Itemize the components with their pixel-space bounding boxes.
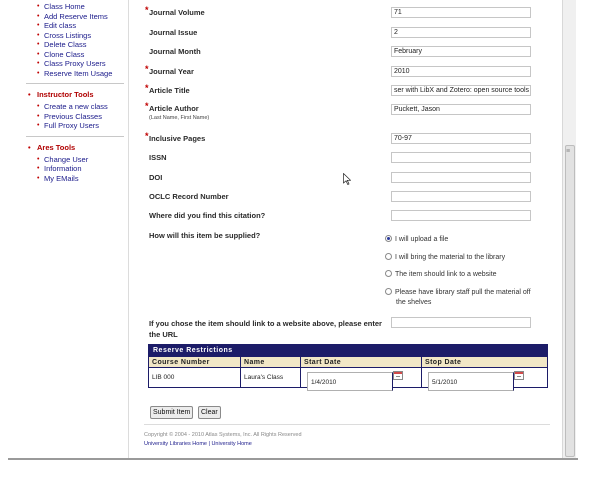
header-start-date: Start Date [301,357,422,368]
article-author-field[interactable]: Puckett, Jason [391,104,531,115]
journal-month-field[interactable]: February [391,46,531,57]
article-title-field[interactable]: ser with LibX and Zotero: open source to… [391,85,531,96]
radio-link-website[interactable]: The item should link to a website [385,270,497,278]
ares-tools-list: Change User Information My EMails [8,155,128,184]
calendar-icon[interactable] [514,371,524,380]
sidebar-item-full-proxy-users[interactable]: Full Proxy Users [8,121,128,131]
calendar-icon[interactable] [393,371,403,380]
reserve-restrictions-title: Reserve Restrictions [149,345,547,357]
vertical-scrollbar[interactable]: ≡ [562,0,576,460]
url-field[interactable] [391,317,531,328]
sidebar-item-clone-class[interactable]: Clone Class [8,50,128,60]
url-label: If you chose the item should link to a w… [149,319,382,328]
where-found-label: Where did you find this citation? [149,211,266,220]
inclusive-pages-field[interactable]: 70-97 [391,133,531,144]
required-marker: * [145,101,149,111]
article-author-label: Article Author [149,104,199,113]
radio-bring-material-label: I will bring the material to the library [395,254,506,261]
sidebar-item-reserve-item-usage[interactable]: Reserve Item Usage [8,69,128,79]
sidebar-item-change-user[interactable]: Change User [8,155,128,165]
sidebar-divider [26,135,124,137]
journal-issue-field[interactable]: 2 [391,27,531,38]
window-bottom-edge [8,458,578,460]
article-title-label: Article Title [149,86,190,95]
radio-staff-pull[interactable]: Please have library staff pull the mater… [385,288,531,296]
radio-link-website-label: The item should link to a website [395,271,497,278]
sidebar-divider [26,83,124,84]
radio-button[interactable] [385,253,392,260]
sidebar-item-edit-class[interactable]: Edit class [8,21,128,31]
header-course-number: Course Number [149,357,241,368]
journal-issue-label: Journal Issue [149,28,198,37]
table-header-row: Course Number Name Start Date Stop Date [149,357,547,368]
radio-button-checked[interactable] [385,235,392,242]
header-name: Name [241,357,301,368]
header-stop-date: Stop Date [422,357,547,368]
required-marker: * [145,131,149,141]
submit-item-button[interactable]: Submit Item [150,406,194,419]
required-marker: * [145,83,149,93]
class-name-cell: Laura's Class [241,368,301,387]
clear-button[interactable]: Clear [198,406,221,419]
journal-volume-field[interactable]: 71 [391,7,531,18]
sidebar-item-cross-listings[interactable]: Cross Listings [8,31,128,41]
radio-button[interactable] [385,288,392,295]
journal-volume-label: Journal Volume [149,8,205,17]
required-marker: * [145,5,149,15]
sidebar-item-my-emails[interactable]: My EMails [8,174,128,184]
copyright-text: Copyright © 2004 - 2010 Atlas Systems, I… [144,432,302,438]
radio-button[interactable] [385,270,392,277]
journal-month-label: Journal Month [149,47,201,56]
issn-field[interactable] [391,152,531,163]
start-date-input[interactable]: 1/4/2010 [307,372,393,391]
sidebar: Class Home Add Reserve Items Edit class … [8,0,129,458]
footer-divider [144,424,550,425]
doi-label: DOI [149,173,163,182]
url-label-cont: the URL [149,330,178,339]
journal-year-label: Journal Year [149,67,194,76]
journal-year-field[interactable]: 2010 [391,66,531,77]
scrollbar-thumb[interactable] [565,145,575,457]
stop-date-cell: 5/1/2010 [422,368,547,391]
supplied-label: How will this item be supplied? [149,231,261,240]
mouse-cursor-icon [343,173,351,185]
stop-date-input[interactable]: 5/1/2010 [428,372,514,391]
start-date-cell: 1/4/2010 [301,368,422,391]
article-author-hint: (Last Name, First Name) [149,115,210,121]
radio-staff-pull-label-cont: the shelves [396,299,432,306]
radio-upload-file-label: I will upload a file [395,236,449,243]
sidebar-item-class-proxy-users[interactable]: Class Proxy Users [8,59,128,69]
radio-staff-pull-label: Please have library staff pull the mater… [395,289,531,296]
sidebar-item-add-reserve-items[interactable]: Add Reserve Items [8,12,128,22]
sidebar-item-class-home[interactable]: Class Home [8,2,128,12]
oclc-field[interactable] [391,191,531,202]
class-tools-list: Class Home Add Reserve Items Edit class … [8,2,128,78]
ares-tools-heading: Ares Tools [8,143,128,153]
reserve-restrictions-table: Reserve Restrictions Course Number Name … [148,344,548,391]
inclusive-pages-label: Inclusive Pages [149,134,206,143]
issn-label: ISSN [149,153,167,162]
radio-upload-file[interactable]: I will upload a file [385,235,448,243]
oclc-label: OCLC Record Number [149,192,229,201]
sidebar-item-information[interactable]: Information [8,164,128,174]
radio-bring-material[interactable]: I will bring the material to the library [385,253,505,261]
sidebar-item-create-class[interactable]: Create a new class [8,102,128,112]
scrollbar-grip-icon: ≡ [566,148,571,155]
instructor-tools-heading: Instructor Tools [8,90,128,100]
instructor-tools-list: Create a new class Previous Classes Full… [8,102,128,131]
footer-links[interactable]: University Libraries Home | University H… [144,441,252,447]
course-number-cell: LIB 000 [149,368,241,387]
required-marker: * [145,64,149,74]
sidebar-item-delete-class[interactable]: Delete Class [8,40,128,50]
doi-field[interactable] [391,172,531,183]
table-row: LIB 000 Laura's Class 1/4/2010 5/1/2010 [149,368,547,391]
where-found-field[interactable] [391,210,531,221]
sidebar-item-previous-classes[interactable]: Previous Classes [8,112,128,122]
